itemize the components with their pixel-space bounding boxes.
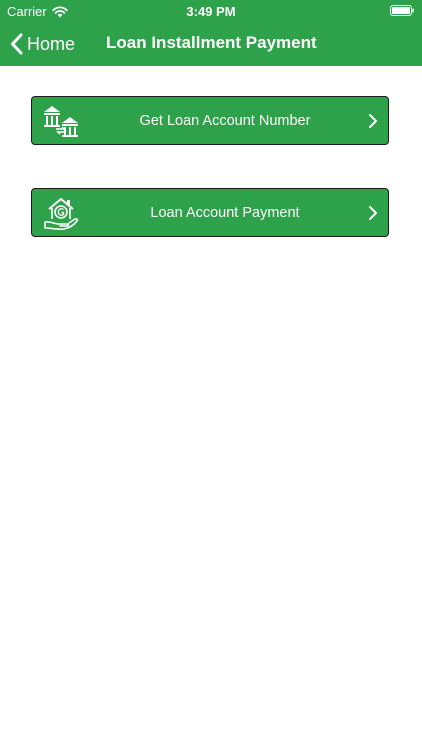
- chevron-right-icon: [369, 206, 377, 220]
- status-bar: Carrier 3:49 PM: [0, 0, 422, 22]
- menu-item-label: Loan Account Payment: [150, 204, 300, 221]
- navigation-bar: Home Loan Installment Payment: [0, 22, 422, 66]
- menu-item-label: Get Loan Account Number: [139, 112, 311, 129]
- page-title: Loan Installment Payment: [106, 33, 317, 52]
- loan-account-payment-button[interactable]: Loan Account Payment: [31, 188, 389, 237]
- chevron-left-icon: [11, 33, 23, 55]
- app-screen: Carrier 3:49 PM Home Loan Installment Pa…: [0, 0, 422, 750]
- back-button[interactable]: Home: [10, 31, 75, 57]
- battery-icon: [390, 5, 414, 16]
- back-label: Home: [27, 33, 76, 54]
- top-bar: Carrier 3:49 PM Home Loan Installment Pa…: [0, 0, 422, 66]
- status-time: 3:49 PM: [186, 4, 236, 19]
- get-loan-account-number-button[interactable]: Get Loan Account Number: [31, 96, 389, 145]
- chevron-right-icon: [369, 114, 377, 128]
